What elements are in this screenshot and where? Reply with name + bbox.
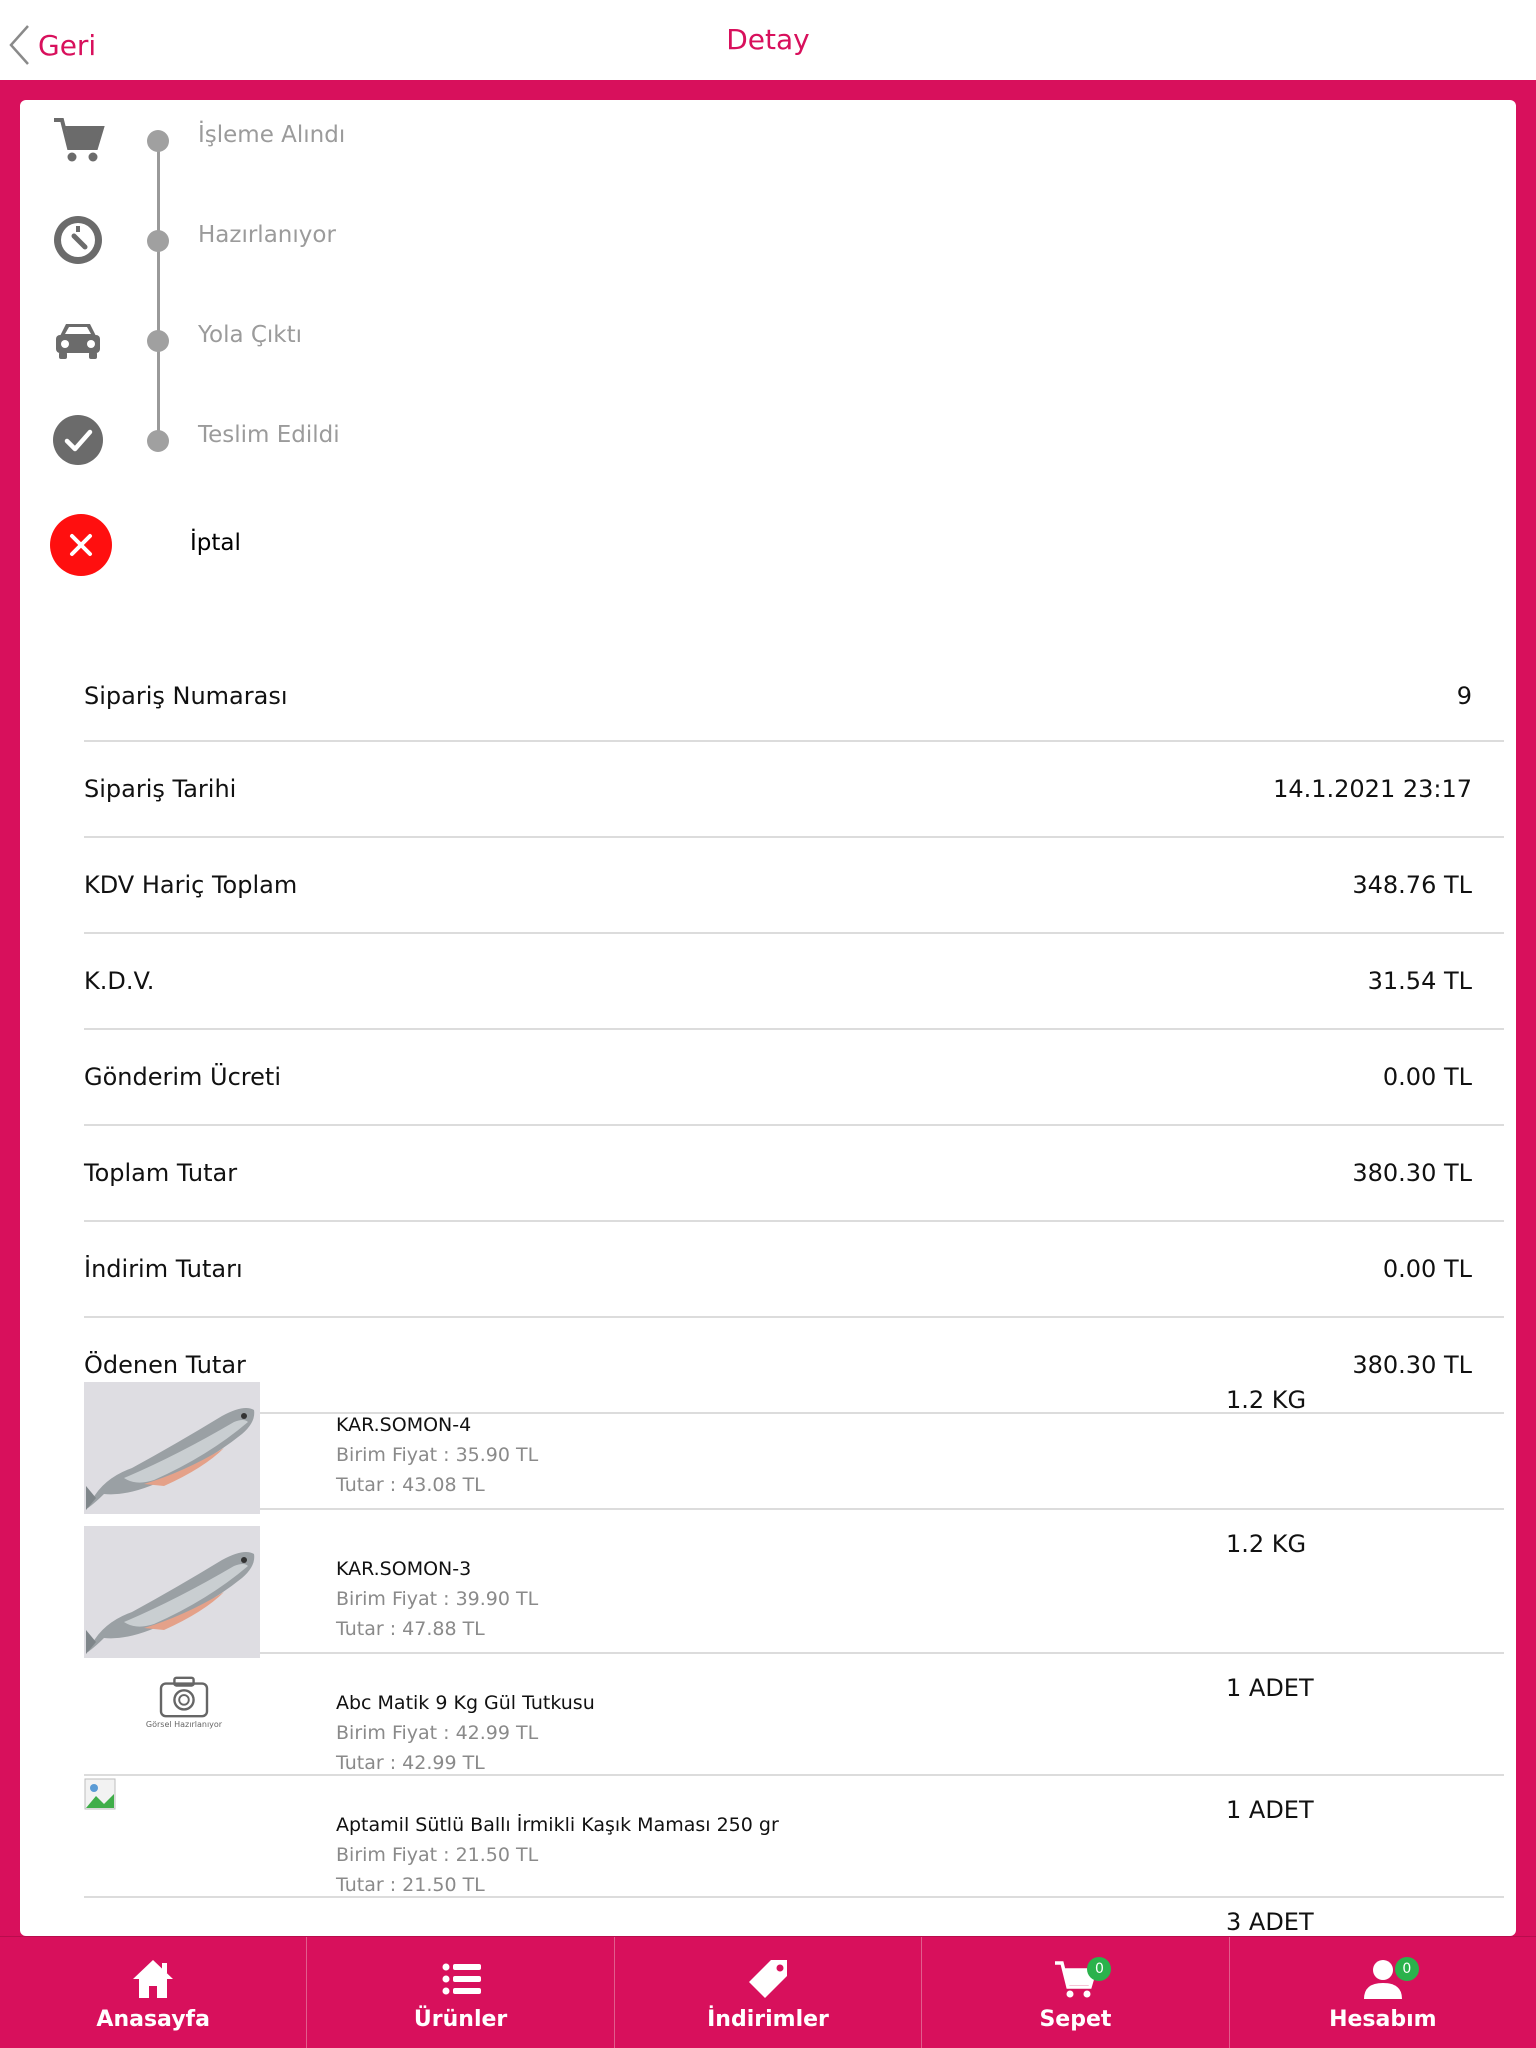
image-placeholder: Görsel Hazırlanıyor (144, 1674, 224, 1754)
tab-label: Anasayfa (96, 2007, 210, 2032)
order-items-list: 1.2 KG KAR.SOMON-4 Birim Fiyat : 35.90 T… (84, 1366, 1504, 1936)
summary-label: K.D.V. (84, 967, 155, 995)
summary-value: 9 (1456, 682, 1472, 710)
page-title: Detay (726, 23, 810, 56)
tab-account[interactable]: 0 Hesabım (1228, 1937, 1536, 2048)
item-quantity: 3 ADET (1226, 1908, 1314, 1936)
summary-value: 380.30 TL (1352, 1159, 1472, 1187)
camera-icon (159, 1676, 209, 1718)
item-name: KAR.SOMON-4 (336, 1414, 472, 1436)
tab-products[interactable]: Ürünler (306, 1937, 613, 2048)
summary-row-shipping: Gönderim Ücreti 0.00 TL (84, 1030, 1504, 1126)
broken-image-icon (84, 1778, 116, 1810)
product-image (84, 1382, 260, 1514)
timeline-dot (147, 230, 169, 252)
order-summary: Sipariş Numarası 9 Sipariş Tarihi 14.1.2… (84, 652, 1504, 1414)
tab-label: Hesabım (1329, 2007, 1437, 2032)
item-unit-price: Birim Fiyat : 35.90 TL (336, 1444, 539, 1466)
check-circle-icon (50, 412, 106, 468)
timeline-step-label: Teslim Edildi (198, 422, 340, 448)
timeline-dot (147, 330, 169, 352)
summary-row-total: Toplam Tutar 380.30 TL (84, 1126, 1504, 1222)
nav-bar: Geri Detay (0, 0, 1536, 80)
summary-label: Toplam Tutar (84, 1159, 238, 1187)
cart-icon (50, 112, 106, 168)
cart-badge: 0 (1087, 1957, 1112, 1981)
fish-image (84, 1526, 260, 1658)
summary-row-vat: K.D.V. 31.54 TL (84, 934, 1504, 1030)
list-item: 3 ADET (84, 1898, 1504, 1936)
summary-row-subtotal: KDV Hariç Toplam 348.76 TL (84, 838, 1504, 934)
summary-label: Sipariş Tarihi (84, 775, 237, 803)
item-unit-price: Birim Fiyat : 42.99 TL (336, 1722, 539, 1744)
summary-value: 348.76 TL (1352, 871, 1472, 899)
tab-label: Ürünler (413, 2007, 508, 2032)
tab-discounts[interactable]: İndirimler (613, 1937, 921, 2048)
item-total: Tutar : 47.88 TL (336, 1618, 485, 1640)
placeholder-text: Görsel Hazırlanıyor (145, 1720, 223, 1729)
tag-icon (749, 1960, 788, 1998)
summary-label: İndirim Tutarı (84, 1255, 243, 1283)
order-detail-card: İşleme Alındı Hazırlanıyor Yola Çıktı Te… (20, 100, 1516, 1936)
timeline-step-preparing: Hazırlanıyor (20, 200, 1020, 280)
summary-row-discount: İndirim Tutarı 0.00 TL (84, 1222, 1504, 1318)
summary-value: 0.00 TL (1382, 1255, 1472, 1283)
timeline-step-received: İşleme Alındı (20, 100, 1020, 180)
item-unit-price: Birim Fiyat : 39.90 TL (336, 1588, 539, 1610)
account-badge: 0 (1394, 1957, 1419, 1981)
timeline-step-on-the-way: Yola Çıktı (20, 300, 1020, 380)
item-quantity: 1 ADET (1226, 1674, 1314, 1702)
car-icon (50, 312, 106, 368)
list-item: 1.2 KG KAR.SOMON-3 Birim Fiyat : 39.90 T… (84, 1510, 1504, 1658)
bottom-tab-bar: Anasayfa Ürünler İndirimler 0 Sepet 0 He… (0, 1936, 1536, 2048)
home-icon (133, 1960, 174, 1998)
item-total: Tutar : 42.99 TL (336, 1752, 485, 1774)
product-image (84, 1526, 260, 1658)
item-quantity: 1 ADET (1226, 1796, 1314, 1824)
item-total: Tutar : 43.08 TL (336, 1474, 485, 1496)
item-unit-price: Birim Fiyat : 21.50 TL (336, 1844, 539, 1866)
item-total: Tutar : 21.50 TL (336, 1874, 485, 1896)
cancel-status-label: İptal (190, 530, 241, 556)
timeline-dot (147, 430, 169, 452)
summary-label: KDV Hariç Toplam (84, 871, 298, 899)
item-name: Abc Matik 9 Kg Gül Tutkusu (336, 1692, 595, 1714)
summary-value: 0.00 TL (1382, 1063, 1472, 1091)
list-icon (442, 1963, 481, 1995)
timeline-dot (147, 130, 169, 152)
tab-cart[interactable]: 0 Sepet (921, 1937, 1228, 2048)
list-item: Görsel Hazırlanıyor 1 ADET Abc Matik 9 K… (84, 1654, 1504, 1776)
timer-icon (50, 212, 106, 268)
timeline-step-label: Hazırlanıyor (198, 222, 336, 248)
item-quantity: 1.2 KG (1226, 1530, 1307, 1558)
list-item: 1 ADET Aptamil Sütlü Ballı İrmikli Kaşık… (84, 1776, 1504, 1898)
timeline-step-delivered: Teslim Edildi (20, 400, 1020, 480)
tab-home[interactable]: Anasayfa (0, 1937, 306, 2048)
item-name: Aptamil Sütlü Ballı İrmikli Kaşık Maması… (336, 1814, 779, 1836)
summary-value: 31.54 TL (1367, 967, 1472, 995)
tab-label: Sepet (1039, 2007, 1112, 2032)
item-quantity: 1.2 KG (1226, 1386, 1307, 1414)
summary-label: Gönderim Ücreti (84, 1063, 281, 1091)
summary-row-order-number: Sipariş Numarası 9 (84, 652, 1504, 742)
summary-value: 14.1.2021 23:17 (1273, 775, 1472, 803)
timeline-step-label: İşleme Alındı (198, 122, 346, 148)
timeline-step-label: Yola Çıktı (198, 322, 303, 348)
list-item: 1.2 KG KAR.SOMON-4 Birim Fiyat : 35.90 T… (84, 1366, 1504, 1514)
fish-image (84, 1382, 260, 1514)
tab-label: İndirimler (707, 2007, 829, 2032)
item-name: KAR.SOMON-3 (336, 1558, 472, 1580)
summary-label: Sipariş Numarası (84, 682, 288, 710)
close-circle-icon (50, 514, 112, 576)
summary-row-order-date: Sipariş Tarihi 14.1.2021 23:17 (84, 742, 1504, 838)
